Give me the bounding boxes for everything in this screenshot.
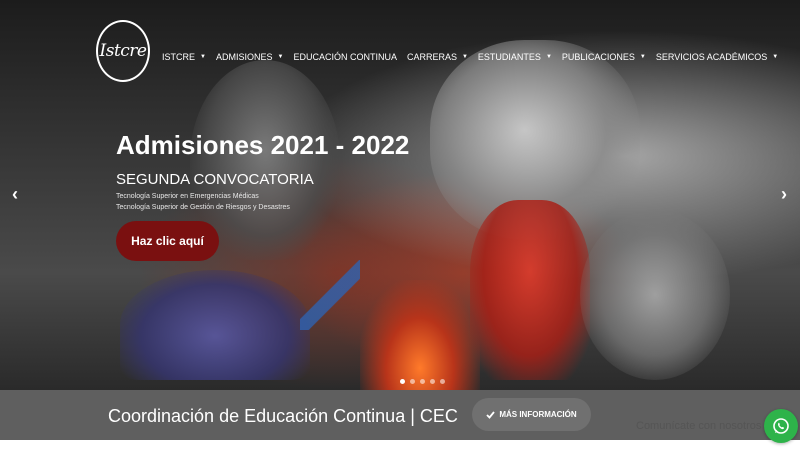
nav-item-label: PUBLICACIONES (561, 52, 635, 62)
nav-item-istcre[interactable]: ISTCRE ▼ (162, 52, 206, 62)
slider-dot[interactable] (430, 379, 435, 384)
more-info-button[interactable]: MÁS INFORMACIÓN (472, 398, 591, 431)
nav-item-carreras[interactable]: CARRERAS ▼ (407, 52, 468, 62)
nav-item-estudiantes[interactable]: ESTUDIANTES ▼ (478, 52, 552, 62)
nav-item-publicaciones[interactable]: PUBLICACIONES ▼ (562, 52, 646, 62)
chevron-left-icon[interactable]: ‹ (12, 184, 18, 205)
nav-item-servicios-academicos[interactable]: SERVICIOS ACADÉMICOS ▼ (656, 52, 778, 62)
check-icon (486, 410, 496, 419)
chat-label[interactable]: Comunícate con nosotros (636, 420, 761, 432)
hero-program-line: Tecnología Superior de Gestión de Riesgo… (116, 204, 290, 211)
caret-down-icon: ▼ (461, 54, 468, 60)
site-logo[interactable]: Istcre (96, 20, 150, 82)
slider-dot[interactable] (420, 379, 425, 384)
hero-photo-rescuer (470, 200, 590, 380)
slider-dot[interactable] (400, 379, 405, 384)
nav-item-label: ESTUDIANTES (477, 52, 541, 62)
logo-text: Istcre (99, 41, 147, 61)
nav-item-label: SERVICIOS ACADÉMICOS (655, 52, 768, 62)
main-nav: ISTCRE ▼ ADMISIONES ▼ EDUCACIÓN CONTINUA… (162, 52, 778, 62)
cta-button[interactable]: Haz clic aquí (116, 221, 219, 261)
chevron-right-icon[interactable]: › (781, 184, 787, 205)
nav-item-admisiones[interactable]: ADMISIONES ▼ (216, 52, 283, 62)
caret-down-icon: ▼ (277, 54, 284, 60)
nav-item-label: ADMISIONES (215, 52, 273, 62)
more-info-label: MÁS INFORMACIÓN (499, 410, 577, 419)
nav-item-label: EDUCACIÓN CONTINUA (293, 52, 397, 62)
whatsapp-button[interactable] (764, 409, 798, 443)
caret-down-icon: ▼ (545, 54, 552, 60)
hero-title: Admisiones 2021 - 2022 (116, 130, 410, 160)
caret-down-icon: ▼ (639, 54, 646, 60)
info-band: Coordinación de Educación Continua | CEC… (0, 390, 800, 440)
hero-photo-volcano (360, 280, 480, 390)
band-title: Coordinación de Educación Continua | CEC (108, 406, 458, 426)
nav-item-label: CARRERAS (406, 52, 457, 62)
caret-down-icon: ▼ (772, 54, 779, 60)
nav-item-educacion-continua[interactable]: EDUCACIÓN CONTINUA (293, 52, 397, 62)
page-bottom-strip (0, 440, 800, 450)
hero-program-line: Tecnología Superior en Emergencias Médic… (116, 193, 259, 200)
hero-slider: Istcre ISTCRE ▼ ADMISIONES ▼ EDUCACIÓN C… (0, 0, 800, 390)
slider-dot[interactable] (440, 379, 445, 384)
whatsapp-icon (773, 418, 789, 434)
slider-dot[interactable] (410, 379, 415, 384)
caret-down-icon: ▼ (200, 54, 206, 60)
hero-photo-star-of-life (300, 260, 360, 330)
slider-dots (400, 379, 445, 384)
hero-subtitle: SEGUNDA CONVOCATORIA (116, 171, 314, 188)
hero-photo-patient (120, 270, 310, 380)
hero-photo-mask (580, 210, 730, 380)
nav-item-label: ISTCRE (162, 52, 196, 62)
